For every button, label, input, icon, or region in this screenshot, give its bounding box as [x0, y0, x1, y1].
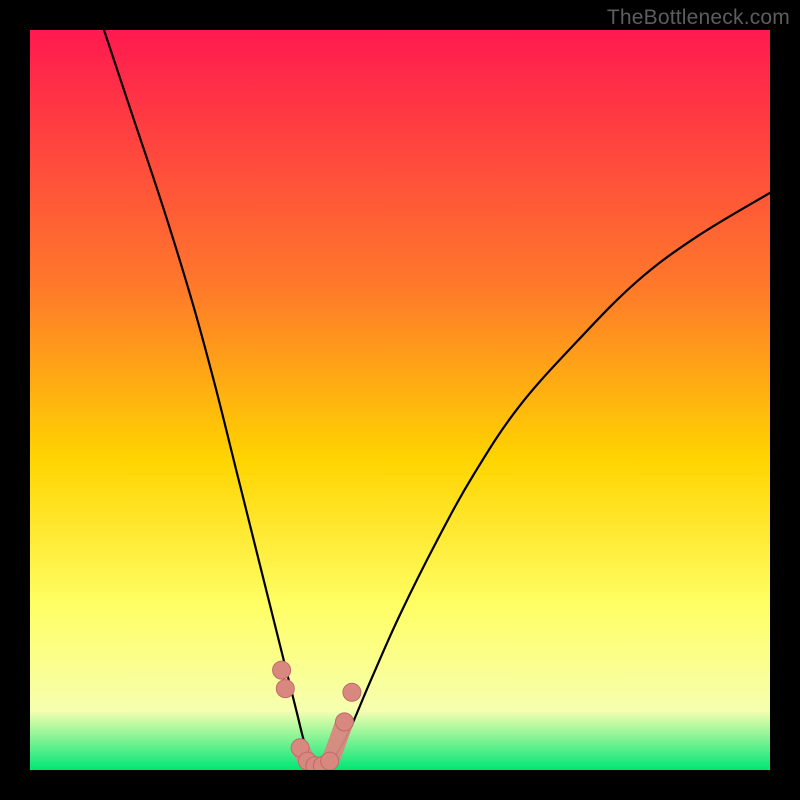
- plot-area: [30, 30, 770, 770]
- marker-dot: [343, 683, 361, 701]
- marker-dot: [336, 713, 354, 731]
- chart-frame: TheBottleneck.com: [0, 0, 800, 800]
- marker-dot: [321, 752, 339, 770]
- marker-dot: [273, 661, 291, 679]
- watermark-text: TheBottleneck.com: [607, 6, 790, 30]
- bottleneck-chart: [30, 30, 770, 770]
- marker-dot: [276, 680, 294, 698]
